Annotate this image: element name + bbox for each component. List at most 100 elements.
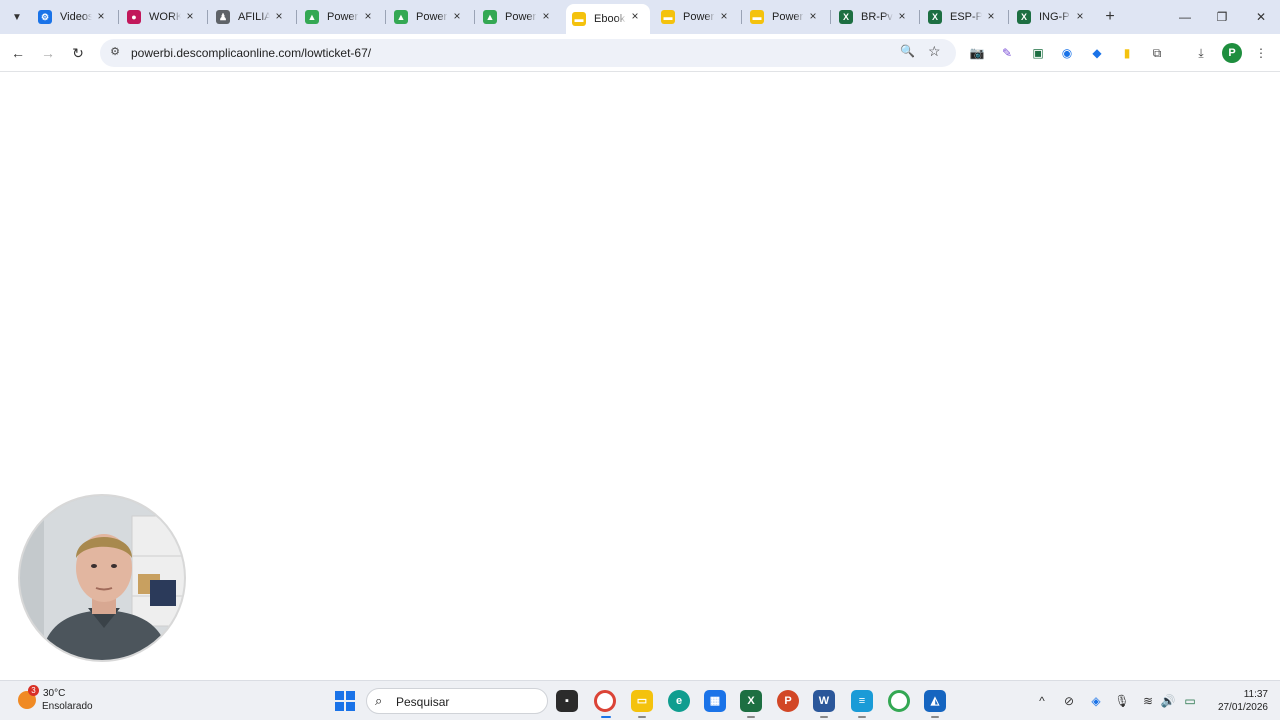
- extension-badge-icon[interactable]: ▣: [1029, 44, 1047, 62]
- edge-icon[interactable]: e: [668, 690, 690, 712]
- taskbar: 3 30°C Ensolarado ⌕ Pesquisar ▪ ▭ e ▦ X …: [0, 680, 1280, 720]
- microphone-icon[interactable]: 🎙: [1114, 693, 1130, 709]
- browser-tab[interactable]: ● WORK ×: [121, 4, 205, 30]
- browser-tab[interactable]: ▲ Power ×: [299, 4, 383, 30]
- google-drive-icon: ▲: [483, 10, 497, 24]
- weather-description: Ensolarado: [42, 701, 93, 712]
- browser-tab[interactable]: ▲ Power ×: [388, 4, 472, 30]
- reload-icon: ↻: [72, 45, 84, 61]
- extensions-puzzle-icon[interactable]: ⧉: [1148, 44, 1166, 62]
- tag-extension-icon[interactable]: ◆: [1088, 44, 1106, 62]
- tab-title: Videos: [60, 11, 92, 23]
- new-tab-button[interactable]: +: [1100, 7, 1120, 27]
- tab-title: AFILIA: [238, 11, 270, 23]
- battery-icon[interactable]: ▭: [1182, 693, 1198, 709]
- site-icon: ▬: [750, 10, 764, 24]
- browser-tab[interactable]: ▲ Power ×: [477, 4, 561, 30]
- circle-extension-icon[interactable]: ◉: [1058, 44, 1076, 62]
- pen-extension-icon[interactable]: ✎: [998, 44, 1016, 62]
- gear-icon: ⚙: [38, 10, 52, 24]
- back-button[interactable]: ←: [8, 43, 28, 63]
- tab-close-icon[interactable]: ×: [984, 9, 998, 23]
- tab-close-icon[interactable]: ×: [539, 9, 553, 23]
- volume-icon[interactable]: 🔊: [1160, 693, 1176, 709]
- wifi-icon[interactable]: ≋: [1140, 693, 1156, 709]
- powerpoint-icon[interactable]: P: [777, 690, 799, 712]
- start-button[interactable]: [335, 691, 355, 711]
- clock-time: 11:37: [1243, 689, 1268, 700]
- more-menu-icon[interactable]: ⋮: [1252, 44, 1270, 62]
- tab-close-icon[interactable]: ×: [628, 9, 642, 23]
- tab-close-icon[interactable]: ×: [895, 9, 909, 23]
- person-icon: ♟: [216, 10, 230, 24]
- browser-tab[interactable]: ▬ Power ×: [744, 4, 828, 30]
- tab-title: ESP-P: [950, 11, 982, 23]
- tab-close-icon[interactable]: ×: [450, 9, 464, 23]
- tab-close-icon[interactable]: ×: [361, 9, 375, 23]
- system-clock[interactable]: 11:37 27/01/2026: [1212, 688, 1268, 714]
- tab-separator: [207, 10, 208, 24]
- word-icon[interactable]: W: [813, 690, 835, 712]
- tab-title: Power: [772, 11, 804, 23]
- browser-tab[interactable]: X ING-P ×: [1011, 4, 1095, 30]
- photos-icon[interactable]: ◭: [924, 690, 946, 712]
- store-icon[interactable]: ▦: [704, 690, 726, 712]
- yellow-extension-icon[interactable]: ▮: [1118, 44, 1136, 62]
- restore-button[interactable]: ❐: [1207, 7, 1237, 27]
- arrow-right-icon: →: [41, 45, 55, 61]
- forward-button[interactable]: →: [38, 43, 58, 63]
- tab-close-icon[interactable]: ×: [1073, 9, 1087, 23]
- download-icon[interactable]: ⤓: [1192, 44, 1210, 62]
- browser-tab[interactable]: X ESP-P ×: [922, 4, 1006, 30]
- tab-strip: ▼ ⚙ Videos × ● WORK × ♟ AFILIA × ▲ Power × ▲ Power × ▲ P…: [0, 0, 1280, 34]
- bookmark-star-icon[interactable]: ☆: [928, 43, 941, 60]
- google-drive-icon: ▲: [394, 10, 408, 24]
- chrome-taskbar-icon[interactable]: [594, 690, 616, 712]
- zoom-icon[interactable]: 🔍: [900, 44, 915, 58]
- tab-close-icon[interactable]: ×: [94, 9, 108, 23]
- minimize-button[interactable]: —: [1170, 7, 1200, 27]
- address-bar[interactable]: ⚙ powerbi.descomplicaonline.com/lowticke…: [100, 39, 956, 67]
- close-icon: ✕: [1255, 10, 1267, 24]
- browser-tab[interactable]: ♟ AFILIA ×: [210, 4, 294, 30]
- page-content: [0, 72, 1280, 680]
- excel-icon[interactable]: X: [740, 690, 762, 712]
- tab-search-button[interactable]: ▼: [6, 7, 28, 27]
- browser-tab[interactable]: ▬ Power ×: [655, 4, 739, 30]
- circle-icon: ●: [127, 10, 141, 24]
- task-view-icon[interactable]: ▪: [556, 690, 578, 712]
- profile-avatar[interactable]: P: [1222, 43, 1242, 63]
- tab-close-icon[interactable]: ×: [272, 9, 286, 23]
- chrome-second-icon[interactable]: [888, 690, 910, 712]
- excel-icon: X: [839, 10, 853, 24]
- weather-badge: 3: [28, 685, 39, 696]
- arrow-left-icon: ←: [11, 45, 25, 61]
- tab-title: Power: [327, 11, 359, 23]
- site-settings-icon[interactable]: ⚙: [108, 45, 122, 59]
- browser-tab[interactable]: ⚙ Videos ×: [32, 4, 116, 30]
- notepad-icon[interactable]: ≡: [851, 690, 873, 712]
- webcam-overlay: [18, 494, 186, 662]
- weather-temperature: 30°C: [43, 688, 66, 699]
- url-text[interactable]: powerbi.descomplicaonline.com/lowticket-…: [131, 46, 371, 60]
- camera-icon[interactable]: 📷: [968, 44, 986, 62]
- tab-close-icon[interactable]: ×: [183, 9, 197, 23]
- tab-close-icon[interactable]: ×: [717, 9, 731, 23]
- camera-off-icon[interactable]: ⊘: [1061, 693, 1077, 709]
- tray-overflow-icon[interactable]: ^: [1034, 693, 1050, 709]
- close-window-button[interactable]: ✕: [1246, 7, 1276, 27]
- excel-icon: X: [928, 10, 942, 24]
- file-explorer-icon[interactable]: ▭: [631, 690, 653, 712]
- browser-tab[interactable]: X BR-Pv ×: [833, 4, 917, 30]
- reload-button[interactable]: ↻: [68, 43, 88, 63]
- tab-title: ING-P: [1039, 11, 1070, 23]
- excel-icon: X: [1017, 10, 1031, 24]
- tab-separator: [1008, 10, 1009, 24]
- taskbar-search[interactable]: ⌕ Pesquisar: [366, 688, 548, 714]
- tab-close-icon[interactable]: ×: [806, 9, 820, 23]
- browser-toolbar: ← → ↻ ⚙ powerbi.descomplicaonline.com/lo…: [0, 34, 1280, 72]
- security-shield-icon[interactable]: ◈: [1088, 693, 1104, 709]
- tab-separator: [296, 10, 297, 24]
- browser-tab[interactable]: ▬ Ebook ×: [566, 4, 650, 34]
- tab-separator: [118, 10, 119, 24]
